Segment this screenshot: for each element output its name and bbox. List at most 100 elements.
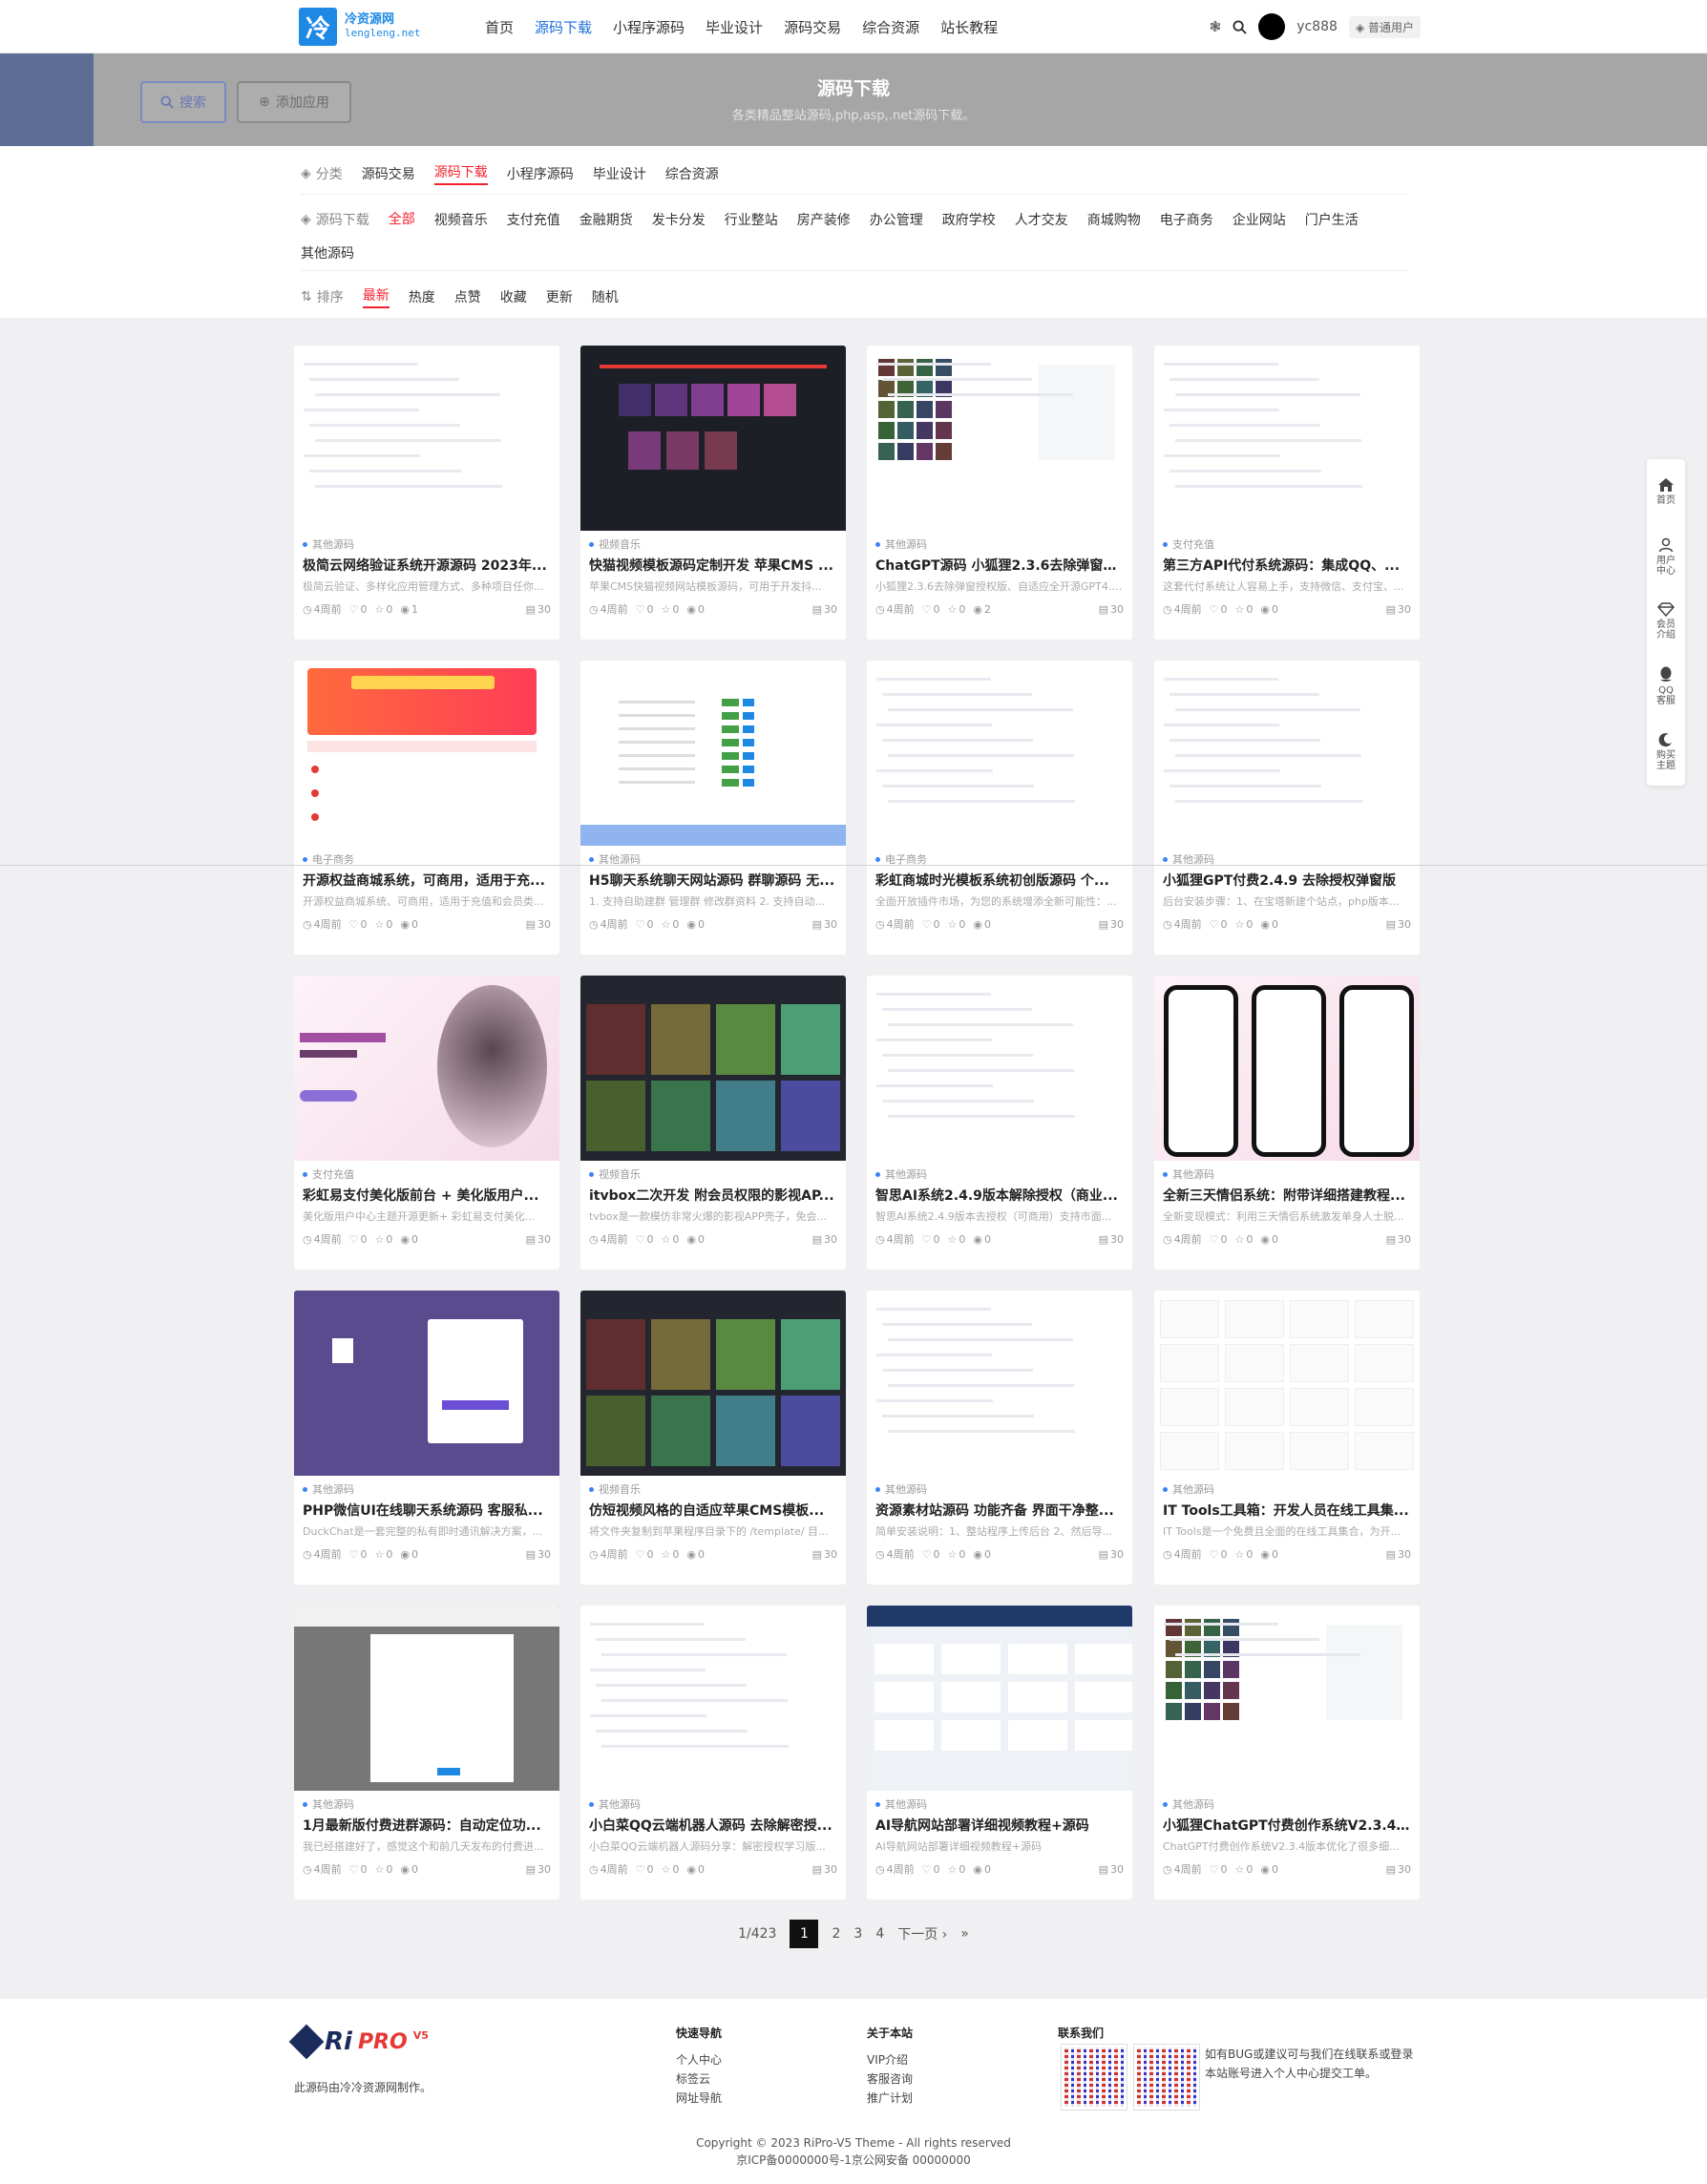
footer-link[interactable]: 个人中心 bbox=[676, 2050, 722, 2069]
toolbar-user-center[interactable]: 用户中心 bbox=[1647, 524, 1685, 589]
subcategory-item[interactable]: 政府学校 bbox=[942, 210, 996, 229]
subcategory-item[interactable]: 人才交友 bbox=[1015, 210, 1068, 229]
post-thumbnail[interactable] bbox=[867, 1606, 1132, 1791]
subcategory-item[interactable]: 房产装修 bbox=[797, 210, 851, 229]
post-card[interactable]: 其他源码 小狐狸ChatGPT付费创作系统V2.3.4... ChatGPT付费… bbox=[1154, 1606, 1420, 1900]
icp-link[interactable]: 京ICP备0000000号-1京公网安备 00000000 bbox=[0, 2152, 1707, 2169]
sort-item[interactable]: 点赞 bbox=[454, 287, 481, 306]
toolbar-buy-theme[interactable]: 购买主题 bbox=[1647, 719, 1685, 784]
site-logo[interactable]: 冷 冷资源网 lengleng.net bbox=[299, 8, 420, 46]
post-thumbnail[interactable] bbox=[1154, 661, 1420, 846]
post-category[interactable]: 其他源码 bbox=[875, 1481, 1124, 1497]
post-title[interactable]: 第三方API代付系统源码：集成QQ、... bbox=[1163, 556, 1411, 575]
page-current[interactable]: 1 bbox=[790, 1920, 819, 1948]
subcategory-item[interactable]: 行业整站 bbox=[725, 210, 778, 229]
post-card[interactable]: 其他源码 小狐狸GPT付费2.4.9 去除授权弹窗版 后台安装步骤：1、在宝塔新… bbox=[1154, 661, 1420, 955]
category-item[interactable]: 综合资源 bbox=[665, 164, 719, 183]
post-title[interactable]: PHP微信UI在线聊天系统源码 客服私... bbox=[303, 1501, 551, 1520]
post-category[interactable]: 视频音乐 bbox=[589, 1166, 837, 1182]
subcategory-item[interactable]: 企业网站 bbox=[1233, 210, 1286, 229]
post-title[interactable]: 极简云网络验证系统开源源码 2023年... bbox=[303, 556, 551, 575]
post-thumbnail[interactable] bbox=[1154, 346, 1420, 531]
post-thumbnail[interactable] bbox=[294, 661, 559, 846]
category-item[interactable]: 毕业设计 bbox=[593, 164, 646, 183]
post-thumbnail[interactable] bbox=[580, 661, 846, 846]
post-card[interactable]: 其他源码 H5聊天系统聊天网站源码 群聊源码 无... 1. 支持自助建群 管理… bbox=[580, 661, 846, 955]
subcategory-item-active[interactable]: 全部 bbox=[389, 209, 415, 230]
sort-item[interactable]: 收藏 bbox=[500, 287, 527, 306]
post-thumbnail[interactable] bbox=[867, 1291, 1132, 1476]
post-card[interactable]: 其他源码 ChatGPT源码 小狐狸2.3.6去除弹窗授... 小狐狸2.3.6… bbox=[867, 346, 1132, 640]
post-thumbnail[interactable] bbox=[1154, 976, 1420, 1161]
sort-item[interactable]: 热度 bbox=[409, 287, 435, 306]
post-title[interactable]: H5聊天系统聊天网站源码 群聊源码 无... bbox=[589, 871, 837, 890]
post-title[interactable]: 小白菜QQ云端机器人源码 去除解密授... bbox=[589, 1816, 837, 1835]
post-card[interactable]: 其他源码 资源素材站源码 功能齐备 界面干净整... 简单安装说明：1、整站程序… bbox=[867, 1291, 1132, 1585]
post-thumbnail[interactable] bbox=[294, 1606, 559, 1791]
post-category[interactable]: 其他源码 bbox=[1163, 1166, 1411, 1182]
footer-link[interactable]: VIP介绍 bbox=[867, 2050, 913, 2069]
post-card[interactable]: 电子商务 开源权益商城系统，可商用，适用于充... 开源权益商城系统、可商用，适… bbox=[294, 661, 559, 955]
post-card[interactable]: 视频音乐 仿短视频风格的自适应苹果CMS模板... 将文件夹复制到苹果程序目录下… bbox=[580, 1291, 846, 1585]
post-title[interactable]: 开源权益商城系统，可商用，适用于充... bbox=[303, 871, 551, 890]
next-page-link[interactable]: 下一页 › bbox=[897, 1924, 947, 1943]
post-title[interactable]: 资源素材站源码 功能齐备 界面干净整... bbox=[875, 1501, 1124, 1520]
post-thumbnail[interactable] bbox=[580, 1606, 846, 1791]
post-title[interactable]: 小狐狸ChatGPT付费创作系统V2.3.4... bbox=[1163, 1816, 1411, 1835]
post-title[interactable]: AI导航网站部署详细视频教程+源码 bbox=[875, 1816, 1124, 1835]
post-card[interactable]: 其他源码 极简云网络验证系统开源源码 2023年... 极简云验证、多样化应用管… bbox=[294, 346, 559, 640]
subcategory-item[interactable]: 金融期货 bbox=[580, 210, 633, 229]
post-thumbnail[interactable] bbox=[1154, 1291, 1420, 1476]
post-category[interactable]: 视频音乐 bbox=[589, 1481, 837, 1497]
username[interactable]: yc888 bbox=[1296, 19, 1338, 34]
subcategory-item[interactable]: 视频音乐 bbox=[434, 210, 488, 229]
post-category[interactable]: 其他源码 bbox=[303, 536, 551, 552]
last-page-link[interactable]: » bbox=[960, 1926, 969, 1942]
post-category[interactable]: 视频音乐 bbox=[589, 536, 837, 552]
post-category[interactable]: 其他源码 bbox=[303, 1796, 551, 1812]
page-link[interactable]: 3 bbox=[854, 1926, 862, 1942]
post-title[interactable]: 小狐狸GPT付费2.4.9 去除授权弹窗版 bbox=[1163, 871, 1411, 890]
post-thumbnail[interactable] bbox=[580, 976, 846, 1161]
post-card[interactable]: 视频音乐 itvbox二次开发 附会员权限的影视AP... tvbox是一款模仿… bbox=[580, 976, 846, 1270]
post-category[interactable]: 支付充值 bbox=[1163, 536, 1411, 552]
post-title[interactable]: 智思AI系统2.4.9版本解除授权（商业... bbox=[875, 1186, 1124, 1205]
post-thumbnail[interactable] bbox=[580, 346, 846, 531]
subcategory-item[interactable]: 发卡分发 bbox=[652, 210, 706, 229]
post-card[interactable]: 视频音乐 快猫视频模板源码定制开发 苹果CMS ... 苹果CMS快猫视频网站模… bbox=[580, 346, 846, 640]
post-category[interactable]: 其他源码 bbox=[1163, 1796, 1411, 1812]
post-thumbnail[interactable] bbox=[867, 661, 1132, 846]
post-thumbnail[interactable] bbox=[294, 1291, 559, 1476]
post-card[interactable]: 其他源码 全新三天情侣系统：附带详细搭建教程... 全新变现模式：利用三天情侣系… bbox=[1154, 976, 1420, 1270]
post-card[interactable]: 支付充值 彩虹易支付美化版前台 + 美化版用户... 美化版用户中心主题开源更新… bbox=[294, 976, 559, 1270]
post-title[interactable]: IT Tools工具箱：开发人员在线工具集... bbox=[1163, 1501, 1411, 1520]
post-title[interactable]: 仿短视频风格的自适应苹果CMS模板... bbox=[589, 1501, 837, 1520]
post-title[interactable]: 彩虹商城时光模板系统初创版源码 个... bbox=[875, 871, 1124, 890]
post-title[interactable]: 彩虹易支付美化版前台 + 美化版用户... bbox=[303, 1186, 551, 1205]
post-title[interactable]: itvbox二次开发 附会员权限的影视AP... bbox=[589, 1186, 837, 1205]
search-icon[interactable] bbox=[1233, 19, 1247, 34]
post-card[interactable]: 其他源码 小白菜QQ云端机器人源码 去除解密授... 小白菜QQ云端机器人源码分… bbox=[580, 1606, 846, 1900]
post-card[interactable]: 电子商务 彩虹商城时光模板系统初创版源码 个... 全面开放插件市场，为您的系统… bbox=[867, 661, 1132, 955]
post-card[interactable]: 其他源码 IT Tools工具箱：开发人员在线工具集... IT Tools是一… bbox=[1154, 1291, 1420, 1585]
subcategory-item[interactable]: 商城购物 bbox=[1087, 210, 1141, 229]
post-title[interactable]: ChatGPT源码 小狐狸2.3.6去除弹窗授... bbox=[875, 556, 1124, 575]
category-item-active[interactable]: 源码下载 bbox=[433, 162, 488, 185]
post-thumbnail[interactable] bbox=[1154, 1606, 1420, 1791]
nav-home[interactable]: 首页 bbox=[485, 17, 514, 37]
nav-mini-program[interactable]: 小程序源码 bbox=[613, 17, 685, 37]
category-item[interactable]: 源码交易 bbox=[362, 164, 415, 183]
post-thumbnail[interactable] bbox=[294, 976, 559, 1161]
subcategory-item[interactable]: 门户生活 bbox=[1305, 210, 1359, 229]
subcategory-item[interactable]: 其他源码 bbox=[301, 243, 354, 262]
toolbar-qq-service[interactable]: QQ客服 bbox=[1647, 654, 1685, 719]
nav-tutorials[interactable]: 站长教程 bbox=[940, 17, 998, 37]
nav-resources[interactable]: 综合资源 bbox=[862, 17, 919, 37]
footer-link[interactable]: 标签云 bbox=[676, 2069, 722, 2089]
post-category[interactable]: 其他源码 bbox=[875, 536, 1124, 552]
post-category[interactable]: 其他源码 bbox=[875, 1796, 1124, 1812]
nav-graduation[interactable]: 毕业设计 bbox=[706, 17, 763, 37]
sort-item[interactable]: 更新 bbox=[546, 287, 573, 306]
post-thumbnail[interactable] bbox=[580, 1291, 846, 1476]
post-category[interactable]: 支付充值 bbox=[303, 1166, 551, 1182]
